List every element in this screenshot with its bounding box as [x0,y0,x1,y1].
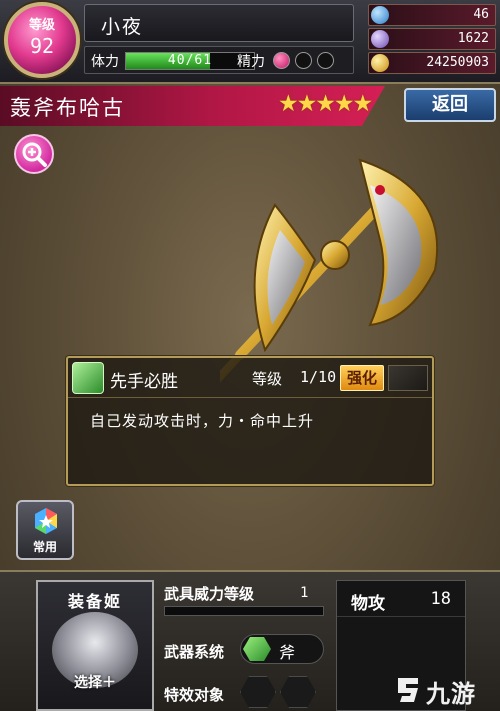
top-status-bar: 等级 92 小夜 体力 40/61 精力 46 1622 24250903 [0,0,500,84]
equip-princess-card[interactable]: 装备姬 选择＋ [36,580,154,711]
purple-gem-icon [371,30,389,48]
purple-gems-value: 1622 [457,31,489,46]
skill-name: 先手必胜 [110,372,178,392]
weapon-title-band: 轰斧布哈古 ★★★★★ [0,86,385,126]
zoom-button[interactable] [14,134,54,174]
player-name-plate: 小夜 [84,4,354,42]
enhance-button[interactable]: 强化 [340,365,384,391]
stamina-bar: 40/61 [125,52,255,70]
magnifier-plus-icon [22,142,47,167]
rainbow-star-icon [35,508,57,534]
spirit-label: 精力 [237,54,265,70]
spirit-orb [273,52,290,69]
equip-title: 装备姬 [67,592,122,611]
equip-select-label: 选择＋ [74,675,116,691]
spirit-orb [317,52,334,69]
blue-gem-icon [371,6,389,24]
skill-panel: 先手必胜 等级 1/10 强化 自己发动攻击时，力・命中上升 [66,356,434,486]
player-level-badge: 等级 92 [4,2,80,78]
axe-type-icon [243,637,271,661]
skill-header: 先手必胜 等级 1/10 强化 [68,358,432,398]
spirit-orb [295,52,312,69]
weapon-type-label: 武器系统 [164,643,225,661]
currency-gold: 24250903 [368,52,496,74]
stamina-value: 40/61 [167,53,213,68]
skill-scroll-icon [72,362,104,394]
watermark-text: 九游 [426,680,476,708]
level-label: 等级 [28,18,55,33]
weapon-rarity-stars: ★★★★★ [278,91,373,117]
common-label: 常用 [32,540,57,554]
gold-value: 24250903 [426,55,489,70]
back-button[interactable]: 返回 [404,88,496,122]
weapon-type-value: 斧 [279,643,296,662]
skill-description: 自己发动攻击时，力・命中上升 [90,412,315,430]
stat-row: 物攻 18 [337,583,465,617]
weapon-name: 轰斧布哈古 [10,96,125,120]
blue-gems-value: 46 [473,7,489,22]
currency-purple-gems: 1622 [368,28,496,50]
watermark-logo-icon [398,678,418,702]
skill-level-value: 1/10 [300,368,337,386]
common-button[interactable]: 常用 [16,500,74,560]
power-level-label: 武具威力等级 [164,585,255,603]
stamina-label: 体力 [91,54,119,70]
player-stats-plate: 体力 40/61 精力 [84,46,354,74]
skill-level-label: 等级 [252,370,283,388]
level-value: 92 [29,34,55,58]
stat-name: 物攻 [351,594,385,614]
effect-target-label: 特效对象 [164,686,225,704]
power-level-value: 1 [300,585,309,601]
player-name: 小夜 [101,16,144,38]
currency-blue-gems: 46 [368,4,496,26]
gold-coin-icon [371,54,389,72]
power-level-bar [164,606,324,616]
enhance-material-slot[interactable] [388,365,428,391]
weapon-type-badge: 斧 [240,634,324,664]
watermark: 九游 [392,672,500,708]
stat-value: 18 [430,589,451,609]
